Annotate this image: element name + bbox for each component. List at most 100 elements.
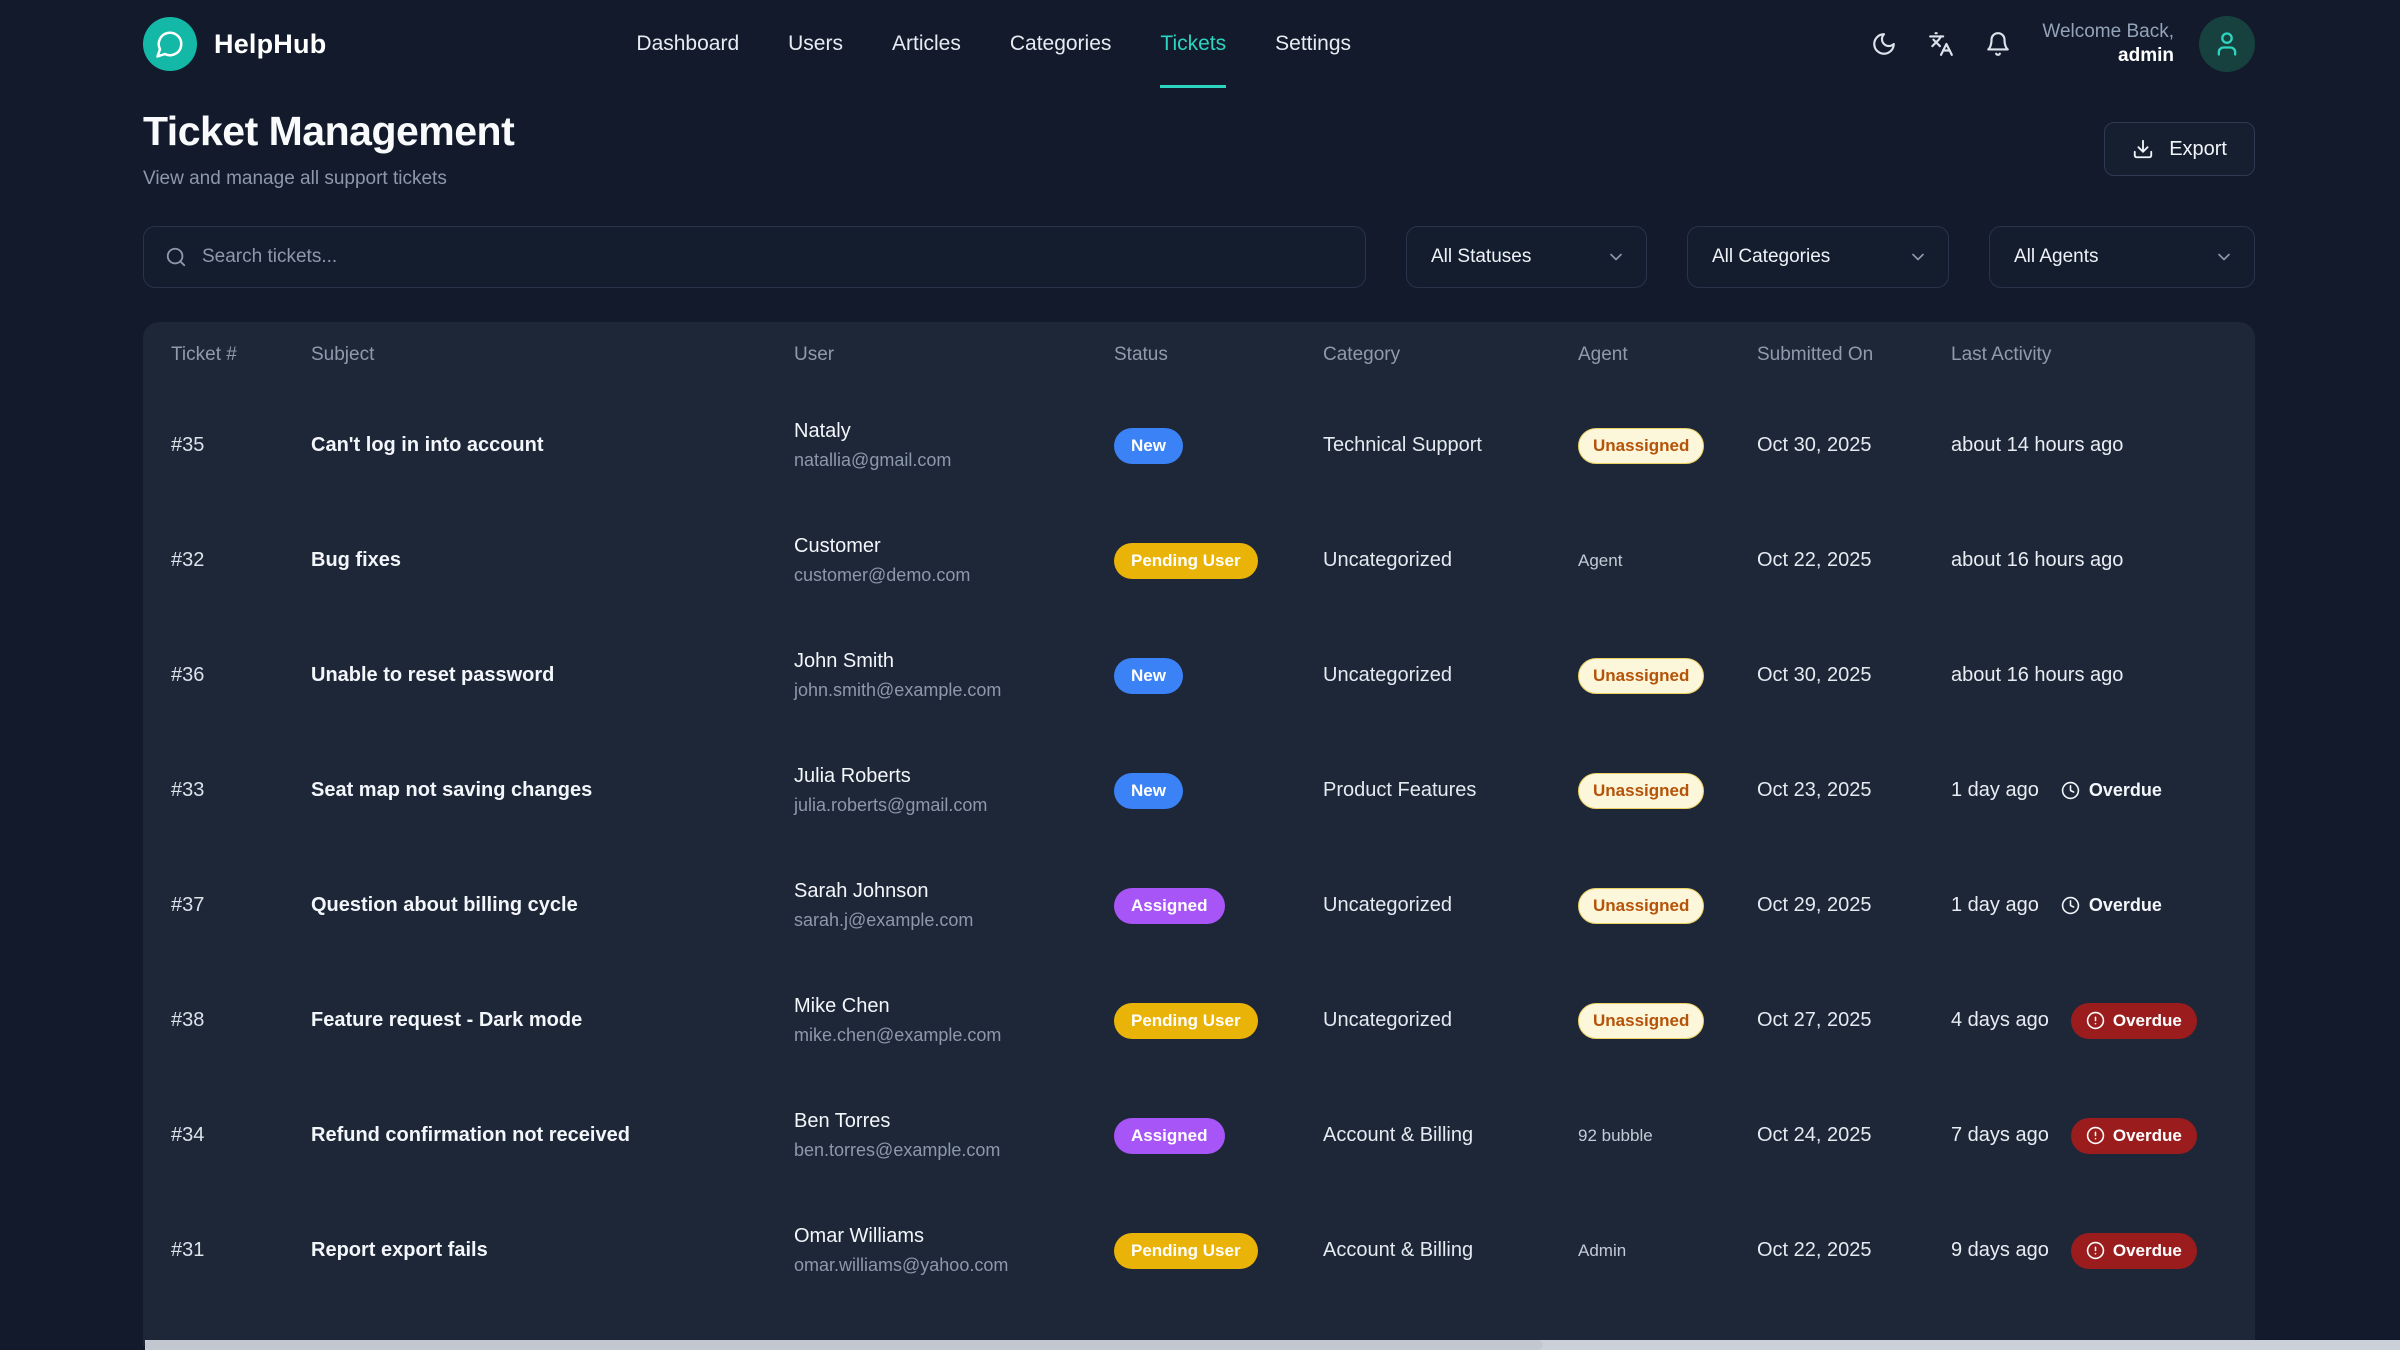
ticket-status-cell: Pending User xyxy=(1114,543,1323,579)
agent-filter[interactable]: All Agents xyxy=(1989,226,2255,288)
overdue-label: Overdue xyxy=(2089,780,2162,801)
ticket-subject[interactable]: Unable to reset password xyxy=(311,664,794,687)
submitted-date: Oct 23, 2025 xyxy=(1757,779,1951,802)
ticket-subject[interactable]: Can't log in into account xyxy=(311,434,794,457)
user-name: Nataly xyxy=(794,420,1114,443)
top-right-controls: Welcome Back, admin xyxy=(1871,16,2255,72)
col-user: User xyxy=(794,344,1114,366)
table-row[interactable]: #34 Refund confirmation not received Ben… xyxy=(143,1078,2255,1193)
avatar[interactable] xyxy=(2199,16,2255,72)
ticket-status-cell: New xyxy=(1114,428,1323,464)
ticket-id: #38 xyxy=(171,1009,311,1032)
ticket-status-cell: Pending User xyxy=(1114,1003,1323,1039)
welcome-greeting: Welcome Back, xyxy=(2042,20,2174,44)
category-filter[interactable]: All Categories xyxy=(1687,226,1949,288)
ticket-category: Uncategorized xyxy=(1323,549,1578,572)
status-filter[interactable]: All Statuses xyxy=(1406,226,1647,288)
submitted-date: Oct 24, 2025 xyxy=(1757,1124,1951,1147)
table-row[interactable]: #38 Feature request - Dark mode Mike Che… xyxy=(143,963,2255,1078)
user-name: Customer xyxy=(794,535,1114,558)
ticket-status-cell: New xyxy=(1114,773,1323,809)
last-activity-text: about 16 hours ago xyxy=(1951,664,2123,687)
overdue-label: Overdue xyxy=(2089,895,2162,916)
last-activity-text: 7 days ago xyxy=(1951,1124,2049,1147)
ticket-status-cell: New xyxy=(1114,658,1323,694)
table-row[interactable]: #33 Seat map not saving changes Julia Ro… xyxy=(143,733,2255,848)
category-filter-value: All Categories xyxy=(1712,246,1830,268)
ticket-subject[interactable]: Bug fixes xyxy=(311,549,794,572)
status-badge: Pending User xyxy=(1114,543,1258,579)
last-activity-text: about 16 hours ago xyxy=(1951,549,2123,572)
last-activity-cell: about 16 hours ago Overdue Overdue xyxy=(1951,664,2227,687)
agent-name: 92 bubble xyxy=(1578,1126,1653,1145)
table-row[interactable]: #32 Bug fixes Customer customer@demo.com… xyxy=(143,503,2255,618)
user-email: customer@demo.com xyxy=(794,565,1114,586)
ticket-category: Technical Support xyxy=(1323,434,1578,457)
nav-item-dashboard[interactable]: Dashboard xyxy=(636,0,739,88)
nav-item-users[interactable]: Users xyxy=(788,0,843,88)
agent-filter-value: All Agents xyxy=(2014,246,2099,268)
ticket-subject[interactable]: Seat map not saving changes xyxy=(311,779,794,802)
overdue-badge: Overdue xyxy=(2071,1118,2197,1154)
clock-icon xyxy=(2061,896,2080,915)
status-filter-value: All Statuses xyxy=(1431,246,1531,268)
last-activity-cell: 9 days ago Overdue Overdue xyxy=(1951,1233,2227,1269)
user-email: ben.torres@example.com xyxy=(794,1140,1114,1161)
user-name: Julia Roberts xyxy=(794,765,1114,788)
export-button[interactable]: Export xyxy=(2104,122,2255,176)
col-agent: Agent xyxy=(1578,344,1757,366)
nav-item-categories[interactable]: Categories xyxy=(1010,0,1112,88)
table-row[interactable]: #36 Unable to reset password John Smith … xyxy=(143,618,2255,733)
table-row[interactable]: #37 Question about billing cycle Sarah J… xyxy=(143,848,2255,963)
last-activity-cell: 1 day ago Overdue Overdue xyxy=(1951,894,2227,917)
user-email: natallia@gmail.com xyxy=(794,450,1114,471)
ticket-status-cell: Assigned xyxy=(1114,1118,1323,1154)
ticket-category: Account & Billing xyxy=(1323,1124,1578,1147)
submitted-date: Oct 22, 2025 xyxy=(1757,1239,1951,1262)
horizontal-scrollbar[interactable] xyxy=(145,1340,2400,1350)
translate-icon[interactable] xyxy=(1928,31,1954,57)
nav-item-articles[interactable]: Articles xyxy=(892,0,961,88)
col-submitted: Submitted On xyxy=(1757,344,1951,366)
bell-icon[interactable] xyxy=(1985,31,2011,57)
clock-icon xyxy=(2061,781,2080,800)
ticket-id: #36 xyxy=(171,664,311,687)
col-activity: Last Activity xyxy=(1951,344,2227,366)
table-row[interactable]: #31 Report export fails Omar Williams om… xyxy=(143,1193,2255,1308)
status-badge: Assigned xyxy=(1114,1118,1225,1154)
ticket-user: Sarah Johnson sarah.j@example.com xyxy=(794,880,1114,931)
user-name: John Smith xyxy=(794,650,1114,673)
user-icon xyxy=(2213,30,2241,58)
last-activity-text: 4 days ago xyxy=(1951,1009,2049,1032)
table-row[interactable]: #35 Can't log in into account Nataly nat… xyxy=(143,388,2255,503)
scrollbar-thumb[interactable] xyxy=(145,1340,1543,1350)
main-nav: Dashboard Users Articles Categories Tickets S… xyxy=(636,0,1351,88)
ticket-user: Nataly natallia@gmail.com xyxy=(794,420,1114,471)
last-activity-cell: 1 day ago Overdue Overdue xyxy=(1951,779,2227,802)
agent-name: Admin xyxy=(1578,1241,1626,1260)
ticket-user: Omar Williams omar.williams@yahoo.com xyxy=(794,1225,1114,1276)
ticket-subject[interactable]: Refund confirmation not received xyxy=(311,1124,794,1147)
ticket-status-cell: Assigned xyxy=(1114,888,1323,924)
search-input[interactable] xyxy=(202,246,1344,268)
ticket-id: #33 xyxy=(171,779,311,802)
overdue-label: Overdue xyxy=(2113,1126,2182,1146)
ticket-subject[interactable]: Report export fails xyxy=(311,1239,794,1262)
chevron-down-icon xyxy=(2214,247,2234,267)
overdue-indicator: Overdue xyxy=(2061,780,2162,801)
ticket-subject[interactable]: Feature request - Dark mode xyxy=(311,1009,794,1032)
chat-bubble-icon xyxy=(143,17,197,71)
submitted-date: Oct 22, 2025 xyxy=(1757,549,1951,572)
ticket-category: Account & Billing xyxy=(1323,1239,1578,1262)
nav-item-tickets[interactable]: Tickets xyxy=(1160,0,1226,88)
alert-circle-icon xyxy=(2086,1126,2105,1145)
agent-unassigned-badge: Unassigned xyxy=(1578,428,1704,464)
nav-item-settings[interactable]: Settings xyxy=(1275,0,1351,88)
brand-logo[interactable]: HelpHub xyxy=(143,17,326,71)
moon-icon[interactable] xyxy=(1871,31,1897,57)
agent-unassigned-badge: Unassigned xyxy=(1578,1003,1704,1039)
submitted-date: Oct 27, 2025 xyxy=(1757,1009,1951,1032)
ticket-subject[interactable]: Question about billing cycle xyxy=(311,894,794,917)
overdue-label: Overdue xyxy=(2113,1011,2182,1031)
user-name: Sarah Johnson xyxy=(794,880,1114,903)
